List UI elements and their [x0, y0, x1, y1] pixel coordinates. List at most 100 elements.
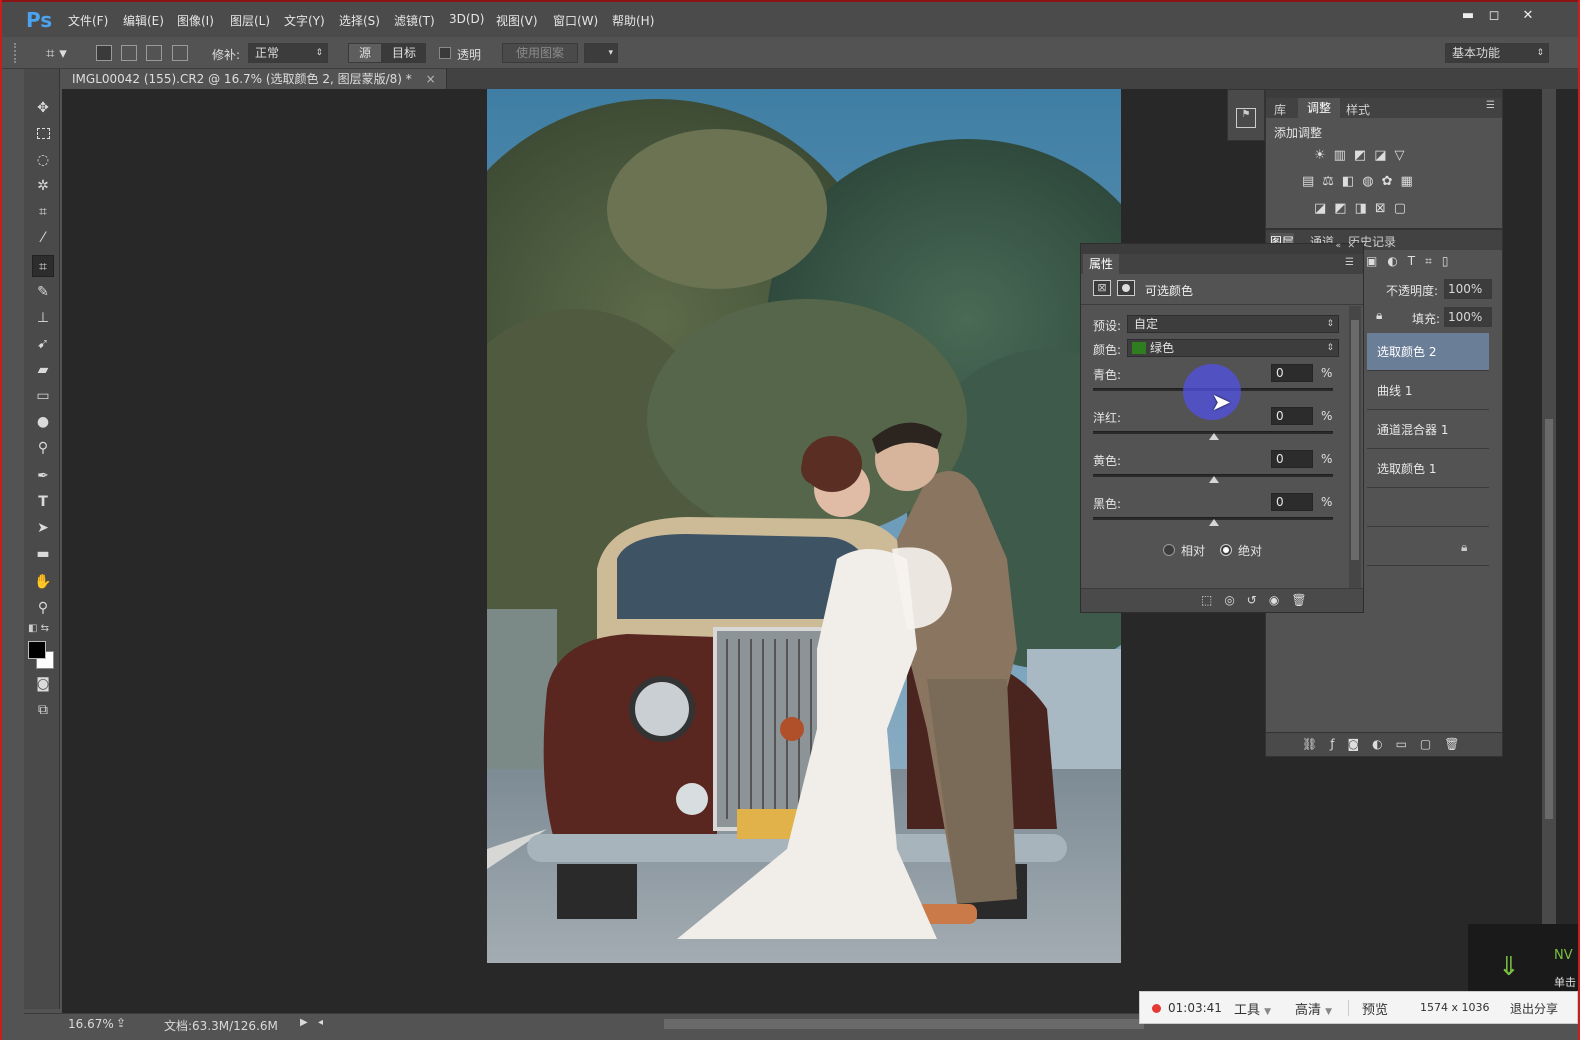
layer-row-selective-color-1[interactable]: 选取颜色 1 [1367, 450, 1489, 488]
absolute-radio[interactable] [1220, 544, 1232, 556]
menu-edit[interactable]: 编辑(E) [123, 12, 164, 29]
layer-row-background[interactable]: 🔒︎ [1367, 528, 1489, 566]
character-panel-icon[interactable]: ⚑ [1236, 108, 1256, 128]
brush-tool-icon[interactable]: ✎ [32, 281, 54, 303]
document-tab[interactable]: IMGL00042 (155).CR2 @ 16.7% (选取颜色 2, 图层蒙… [62, 69, 447, 89]
magic-wand-tool-icon[interactable]: ✲ [32, 175, 54, 197]
collapse-icon[interactable]: « [1335, 241, 1341, 251]
tab-properties[interactable]: 属性 [1083, 254, 1119, 274]
add-selection-icon[interactable] [121, 45, 137, 61]
layer-filter-icons[interactable]: ▣◐T⌗▯ [1366, 254, 1459, 269]
patch-mode-select[interactable]: 正常 ⇕ [248, 43, 328, 63]
relative-radio[interactable] [1163, 544, 1175, 556]
menu-select[interactable]: 选择(S) [339, 12, 380, 29]
status-menu-arrow-icon[interactable]: ▶ [300, 1017, 308, 1028]
share-icon[interactable]: ⇪ [116, 1016, 126, 1030]
gradient-tool-icon[interactable]: ▭ [32, 385, 54, 407]
document-image[interactable] [487, 89, 1121, 963]
eyedropper-tool-icon[interactable]: ⁄ [32, 227, 54, 249]
layer-row-photo[interactable] [1367, 489, 1489, 527]
menu-view[interactable]: 视图(V) [496, 12, 538, 29]
yellow-slider-thumb[interactable] [1209, 476, 1219, 483]
marquee-tool-icon[interactable] [32, 123, 54, 145]
preset-select[interactable]: 自定 ⇕ [1127, 315, 1339, 333]
layer-row-curves-1[interactable]: 曲线 1 [1367, 372, 1489, 410]
fill-input[interactable]: 100% [1444, 307, 1492, 327]
horizontal-scroll-thumb[interactable] [664, 1019, 1144, 1029]
hand-tool-icon[interactable]: ✋ [32, 571, 54, 593]
colors-select[interactable]: 绿色 ⇕ [1127, 339, 1339, 357]
stamp-tool-icon[interactable]: ⊥ [32, 307, 54, 329]
document-tab-close-icon[interactable]: × [426, 72, 436, 86]
zoom-tool-icon[interactable]: ⚲ [32, 597, 54, 619]
subtract-selection-icon[interactable] [146, 45, 162, 61]
close-button[interactable]: ✕ [1512, 5, 1544, 27]
scroll-left-icon[interactable]: ◂ [318, 1017, 323, 1028]
lock-icon[interactable]: 🔒︎ [1376, 308, 1382, 323]
vertical-scroll-thumb[interactable] [1545, 419, 1553, 819]
workspace-select[interactable]: 基本功能 ⇕ [1445, 43, 1549, 63]
black-input[interactable]: 0 [1271, 493, 1313, 511]
menu-window[interactable]: 窗口(W) [553, 12, 598, 29]
canvas-vertical-scrollbar[interactable] [1542, 89, 1556, 1014]
quick-mask-icon[interactable]: ◙ [32, 673, 54, 695]
eraser-tool-icon[interactable]: ▰ [32, 359, 54, 381]
mask-icon[interactable] [1117, 280, 1135, 296]
layers-footer-icons[interactable]: ⛓ƒ◙◐▭▢🗑︎ [1302, 737, 1472, 751]
use-pattern-button[interactable]: 使用图案 [502, 43, 578, 63]
screen-mode-icon[interactable]: ⧉ [32, 699, 54, 721]
patch-tool-icon-active[interactable]: ⌗ [32, 255, 54, 277]
menu-help[interactable]: 帮助(H) [612, 12, 654, 29]
new-selection-icon[interactable] [96, 45, 112, 61]
black-slider-thumb[interactable] [1209, 519, 1219, 526]
layer-row-channel-mixer-1[interactable]: 通道混合器 1 [1367, 411, 1489, 449]
menu-image[interactable]: 图像(I) [177, 12, 214, 29]
adjustment-icons-row-3[interactable]: ◪◩◨⊠▢ [1314, 201, 1414, 216]
target-button[interactable]: 目标 [382, 43, 426, 63]
move-tool-icon[interactable]: ✥ [32, 97, 54, 119]
props-footer-icons[interactable]: ⬚◎↺◉🗑︎ [1201, 593, 1319, 607]
foreground-color-swatch[interactable] [28, 641, 46, 659]
path-select-tool-icon[interactable]: ➤ [32, 517, 54, 539]
menu-type[interactable]: 文字(Y) [284, 12, 325, 29]
tab-adjustments[interactable]: 调整 [1298, 98, 1340, 118]
default-colors-icon[interactable]: ◧ ⇆ [28, 623, 49, 634]
cyan-input[interactable]: 0 [1271, 364, 1313, 382]
menu-file[interactable]: 文件(F) [68, 12, 108, 29]
tab-library[interactable]: 库 [1274, 101, 1286, 118]
exit-share-button[interactable]: 退出分享 [1510, 1000, 1558, 1017]
adjustment-icons-row-1[interactable]: ☀▥◩◪▽ [1314, 148, 1413, 163]
props-menu-icon[interactable]: ☰ [1345, 257, 1354, 268]
recorder-preview-button[interactable]: 预览 [1362, 999, 1388, 1018]
menu-filter[interactable]: 滤镜(T) [394, 12, 435, 29]
adjustment-icons-row-2[interactable]: ▤⚖◧◍✿▦ [1302, 174, 1421, 189]
transparent-checkbox[interactable] [439, 47, 451, 59]
rectangle-tool-icon[interactable]: ▬ [32, 543, 54, 565]
blur-tool-icon[interactable]: ● [32, 411, 54, 433]
magenta-input[interactable]: 0 [1271, 407, 1313, 425]
props-scrollbar[interactable] [1349, 306, 1361, 588]
recorder-tools-button[interactable]: 工具 ▼ [1234, 999, 1271, 1018]
props-close-icon[interactable]: ✕ [1347, 241, 1355, 251]
restore-button[interactable]: ◻ [1478, 5, 1510, 27]
options-grip[interactable] [14, 43, 18, 63]
menu-layer[interactable]: 图层(L) [230, 12, 270, 29]
pattern-picker[interactable]: ▾ [584, 43, 618, 63]
intersect-selection-icon[interactable] [172, 45, 188, 61]
panel-menu-icon[interactable]: ☰ [1486, 100, 1495, 111]
dodge-tool-icon[interactable]: ⚲ [32, 437, 54, 459]
zoom-level[interactable]: 16.67% [68, 1017, 114, 1031]
patch-tool-icon[interactable]: ⌗ ▾ [46, 43, 82, 63]
layer-row-selective-color-2[interactable]: 选取颜色 2 [1367, 333, 1489, 371]
source-button[interactable]: 源 [348, 43, 382, 63]
lasso-tool-icon[interactable]: ◌ [32, 149, 54, 171]
recorder-quality-button[interactable]: 高清 ▼ [1295, 999, 1332, 1018]
type-tool-icon[interactable]: T [32, 491, 54, 513]
menu-3d[interactable]: 3D(D) [449, 12, 484, 26]
props-scroll-thumb[interactable] [1351, 320, 1359, 560]
opacity-input[interactable]: 100% [1444, 279, 1492, 299]
tab-styles[interactable]: 样式 [1346, 101, 1370, 118]
pen-tool-icon[interactable]: ✒ [32, 465, 54, 487]
magenta-slider-thumb[interactable] [1209, 433, 1219, 440]
history-brush-tool-icon[interactable]: ➹ [32, 333, 54, 355]
